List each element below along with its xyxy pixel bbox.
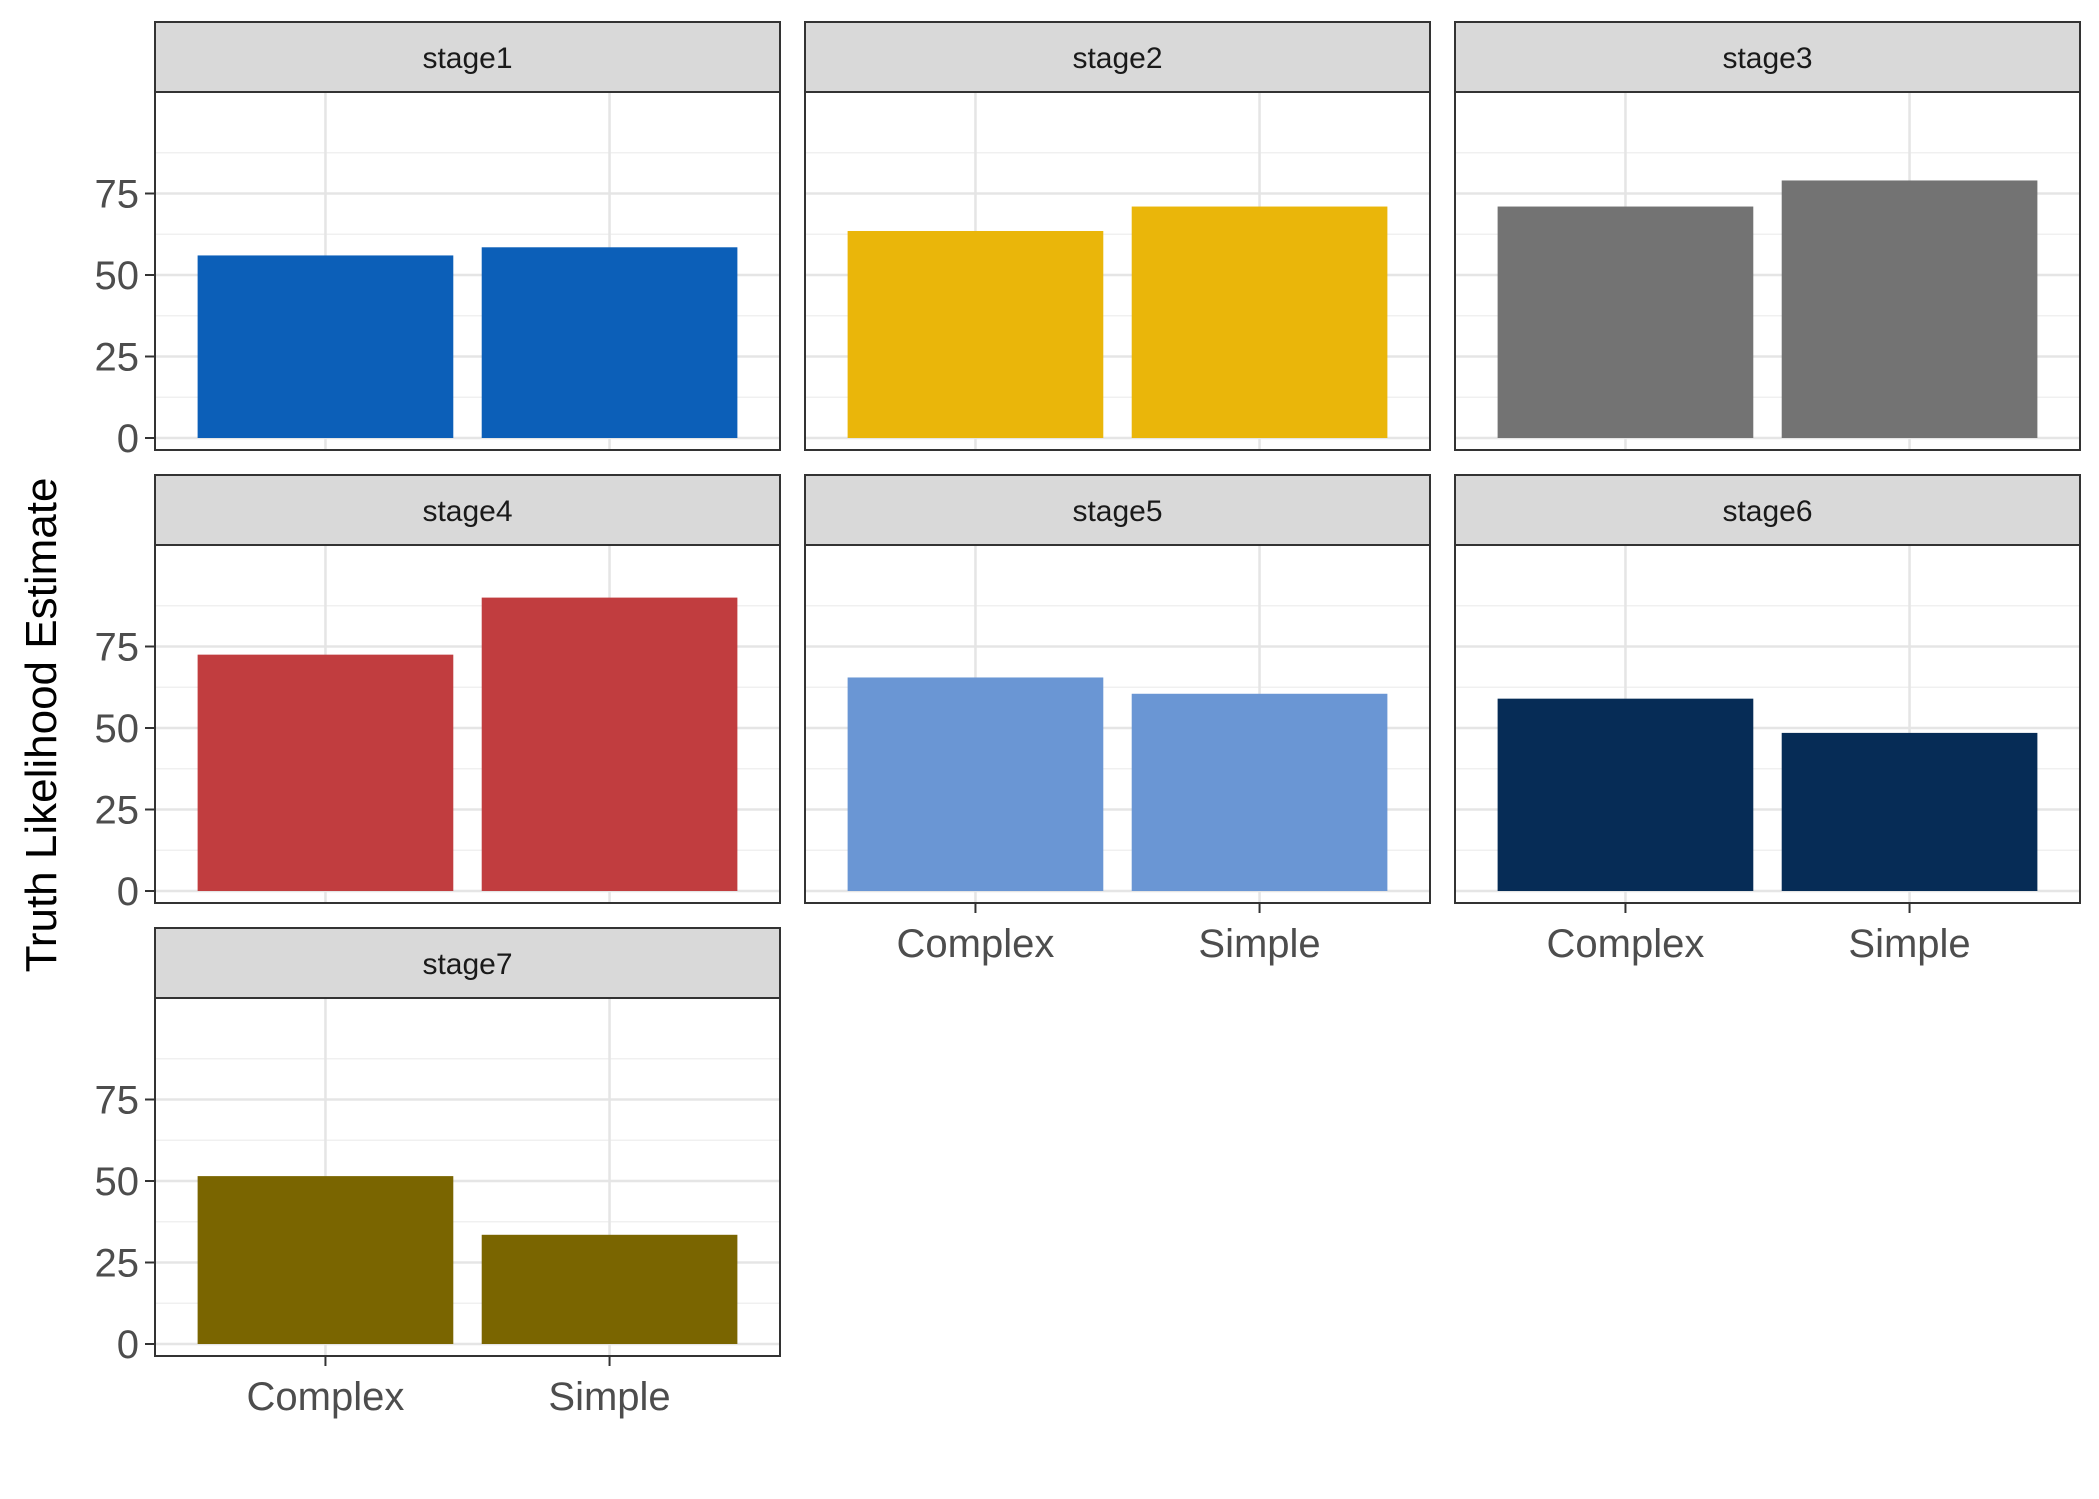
- y-tick-label: 50: [95, 254, 140, 298]
- strip-label: stage1: [422, 42, 512, 75]
- x-tick-label: Simple: [1198, 922, 1320, 966]
- strip-label: stage2: [1072, 42, 1162, 75]
- y-tick-label: 75: [95, 173, 140, 217]
- y-tick-label: 0: [117, 417, 139, 461]
- x-tick-label: Simple: [548, 1375, 670, 1419]
- bar-simple: [481, 597, 738, 891]
- y-tick-label: 75: [95, 626, 140, 670]
- strip-label: stage6: [1722, 495, 1812, 528]
- bar-simple: [1131, 206, 1388, 438]
- y-tick-label: 75: [95, 1079, 140, 1123]
- bar-complex: [197, 654, 454, 891]
- bar-simple: [481, 1234, 738, 1344]
- facet-panels: stage10255075stage2 stage3stage40255075st…: [95, 21, 2081, 1419]
- y-tick-label: 0: [117, 1323, 139, 1367]
- y-tick-label: 25: [95, 336, 140, 380]
- strip-label: stage3: [1722, 42, 1812, 75]
- y-tick-label: 25: [95, 789, 140, 833]
- x-tick-label: Simple: [1848, 922, 1970, 966]
- bar-complex: [1497, 698, 1754, 891]
- facet-stage7: stage7 0 25 50 75 Complex Simple: [95, 927, 781, 1419]
- y-tick-label: 0: [117, 870, 139, 914]
- facet-stage3: stage3: [1454, 21, 2081, 451]
- y-tick-label: 25: [95, 1242, 140, 1286]
- y-tick-label: 50: [95, 1160, 140, 1204]
- facet-stage4: stage4 0 25 50 75: [95, 474, 781, 914]
- facet-stage1: stage1 0 25 50 75: [95, 21, 781, 461]
- facet-stage2: stage2: [804, 21, 1431, 451]
- y-tick-label: 50: [95, 707, 140, 751]
- bar-complex: [1497, 206, 1754, 438]
- bar-simple: [1781, 732, 2038, 891]
- bar-complex: [197, 1176, 454, 1344]
- bar-simple: [481, 247, 738, 438]
- bar-simple: [1781, 180, 2038, 438]
- facet-stage6: stage6 Complex Simple: [1454, 474, 2081, 966]
- x-tick-label: Complex: [1547, 922, 1705, 966]
- bar-simple: [1131, 693, 1388, 891]
- x-tick-label: Complex: [897, 922, 1055, 966]
- bar-complex: [847, 230, 1104, 438]
- y-axis-title: Truth Likelihood Estimate: [17, 478, 66, 973]
- strip-label: stage5: [1072, 495, 1162, 528]
- bar-complex: [197, 255, 454, 438]
- x-tick-label: Complex: [247, 1375, 405, 1419]
- bar-complex: [847, 677, 1104, 891]
- strip-label: stage4: [422, 495, 512, 528]
- faceted-bar-chart: Truth Likelihood Estimate stage10255075s…: [17, 21, 2081, 1419]
- strip-label: stage7: [422, 948, 512, 981]
- facet-stage5: stage5 Complex Simple: [804, 474, 1431, 966]
